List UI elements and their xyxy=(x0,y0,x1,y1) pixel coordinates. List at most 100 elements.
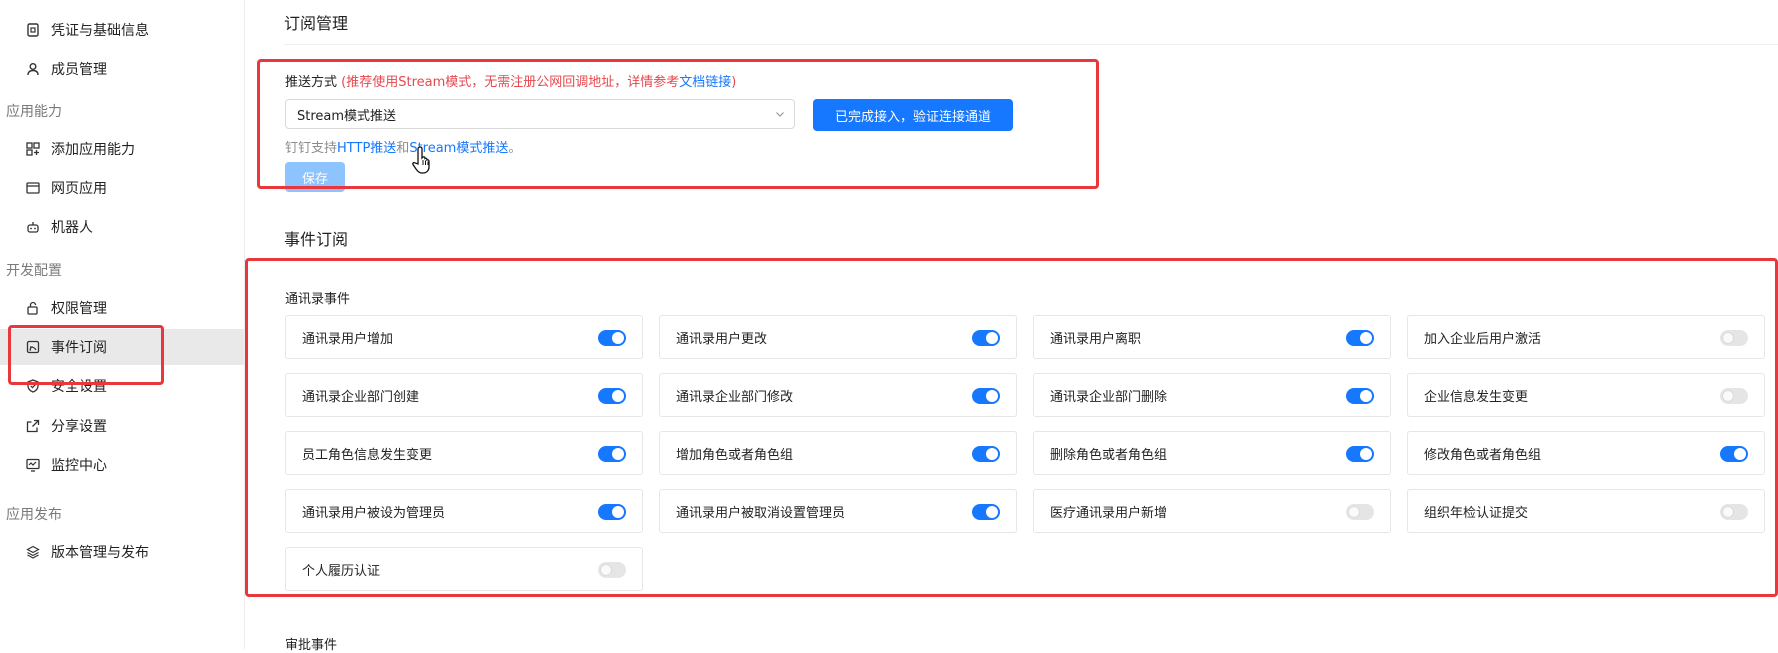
doc-link[interactable]: 文档链接 xyxy=(679,75,731,90)
toggle-knob xyxy=(1348,506,1360,518)
toggle-knob xyxy=(1722,390,1734,402)
event-label: 员工角色信息发生变更 xyxy=(302,447,433,463)
sidebar-group-dev-config: 开发配置 xyxy=(6,263,62,279)
event-label: 通讯录企业部门删除 xyxy=(1050,389,1168,405)
select-value: Stream模式推送 xyxy=(297,108,397,124)
event-card: 删除角色或者角色组 xyxy=(1033,431,1391,475)
events-title: 事件订阅 xyxy=(284,230,349,249)
event-card: 修改角色或者角色组 xyxy=(1407,431,1765,475)
event-toggle[interactable] xyxy=(598,446,626,462)
monitor-icon xyxy=(24,456,42,474)
event-label: 通讯录用户更改 xyxy=(676,331,768,347)
event-label: 通讯录用户被设为管理员 xyxy=(302,505,446,521)
event-toggle[interactable] xyxy=(972,504,1000,520)
push-hint: (推荐使用Stream模式，无需注册公网回调地址，详情参考文档链接) xyxy=(341,75,736,90)
subscription-title: 订阅管理 xyxy=(284,14,349,33)
sidebar-item-label: 事件订阅 xyxy=(51,340,107,356)
contact-events-group-title: 通讯录事件 xyxy=(285,292,351,307)
event-toggle[interactable] xyxy=(1346,446,1374,462)
sidebar-item-label: 凭证与基础信息 xyxy=(51,23,149,39)
push-hint-suffix: ) xyxy=(731,75,737,90)
toggle-knob xyxy=(612,332,624,344)
event-toggle[interactable] xyxy=(1720,388,1748,404)
sidebar-item-event-subscription[interactable]: 事件订阅 xyxy=(0,329,244,365)
event-label: 通讯录企业部门创建 xyxy=(302,389,420,405)
verify-connection-button[interactable]: 已完成接入，验证连接通道 xyxy=(813,99,1013,131)
event-toggle[interactable] xyxy=(1346,504,1374,520)
toggle-knob xyxy=(612,506,624,518)
sidebar-item-version-release[interactable]: 版本管理与发布 xyxy=(0,534,244,570)
support-mid: 和 xyxy=(396,141,410,156)
event-toggle[interactable] xyxy=(1720,446,1748,462)
sidebar-item-add-abilities[interactable]: 添加应用能力 xyxy=(0,131,244,167)
hand-cursor-icon xyxy=(412,145,438,179)
toggle-knob xyxy=(1722,332,1734,344)
event-card: 增加角色或者角色组 xyxy=(659,431,1017,475)
sidebar-item-label: 监控中心 xyxy=(51,458,107,474)
sidebar-item-label: 权限管理 xyxy=(51,301,107,317)
toggle-knob xyxy=(1360,332,1372,344)
event-toggle[interactable] xyxy=(972,330,1000,346)
user-icon xyxy=(24,60,42,78)
save-button[interactable]: 保存 xyxy=(285,162,345,192)
event-toggle[interactable] xyxy=(1346,330,1374,346)
approval-events-group-title: 审批事件 xyxy=(285,638,338,653)
sidebar-item-share[interactable]: 分享设置 xyxy=(0,408,244,444)
event-card: 加入企业后用户激活 xyxy=(1407,315,1765,359)
event-card: 通讯录企业部门修改 xyxy=(659,373,1017,417)
toggle-knob xyxy=(986,448,998,460)
event-card: 员工角色信息发生变更 xyxy=(285,431,643,475)
robot-icon xyxy=(24,218,42,236)
event-toggle[interactable] xyxy=(598,330,626,346)
event-toggle[interactable] xyxy=(972,446,1000,462)
event-card: 通讯录用户增加 xyxy=(285,315,643,359)
event-toggle[interactable] xyxy=(1720,504,1748,520)
sidebar-item-monitor[interactable]: 监控中心 xyxy=(0,447,244,483)
push-method-label: 推送方式 (推荐使用Stream模式，无需注册公网回调地址，详情参考文档链接) xyxy=(285,71,736,90)
event-toggle[interactable] xyxy=(1346,388,1374,404)
http-push-link[interactable]: HTTP推送 xyxy=(337,141,396,156)
event-toggle[interactable] xyxy=(1720,330,1748,346)
event-toggle[interactable] xyxy=(598,562,626,578)
event-label: 医疗通讯录用户新增 xyxy=(1050,505,1168,521)
sidebar-item-robot[interactable]: 机器人 xyxy=(0,209,244,245)
event-label: 通讯录用户被取消设置管理员 xyxy=(676,505,846,521)
toggle-knob xyxy=(612,390,624,402)
push-label-text: 推送方式 xyxy=(285,75,338,90)
sidebar-item-label: 机器人 xyxy=(51,220,93,236)
event-card: 医疗通讯录用户新增 xyxy=(1033,489,1391,533)
sidebar-item-permissions[interactable]: 权限管理 xyxy=(0,290,244,326)
support-prefix: 钉钉支持 xyxy=(285,141,338,156)
event-toggle[interactable] xyxy=(598,388,626,404)
sidebar-item-credentials[interactable]: 凭证与基础信息 xyxy=(0,12,244,48)
toggle-knob xyxy=(986,506,998,518)
event-toggle[interactable] xyxy=(598,504,626,520)
toggle-knob xyxy=(612,448,624,460)
sidebar-item-members[interactable]: 成员管理 xyxy=(0,51,244,87)
sidebar-item-label: 分享设置 xyxy=(51,419,107,435)
title-divider xyxy=(284,44,1778,45)
toggle-knob xyxy=(1360,448,1372,460)
event-label: 通讯录用户增加 xyxy=(302,331,394,347)
event-label: 增加角色或者角色组 xyxy=(676,447,794,463)
chevron-down-icon xyxy=(774,108,786,124)
layers-icon xyxy=(24,543,42,561)
sidebar-item-web-app[interactable]: 网页应用 xyxy=(0,170,244,206)
apps-grid-icon xyxy=(24,140,42,158)
event-label: 通讯录用户离职 xyxy=(1050,331,1142,347)
sidebar: 凭证与基础信息 成员管理 应用能力 添加应用能力 网页应用 机器人 开发配置 权… xyxy=(0,0,245,649)
browser-icon xyxy=(24,179,42,197)
sidebar-item-label: 版本管理与发布 xyxy=(51,545,149,561)
event-label: 修改角色或者角色组 xyxy=(1424,447,1542,463)
event-card: 通讯录用户离职 xyxy=(1033,315,1391,359)
push-hint-text: (推荐使用Stream模式，无需注册公网回调地址，详情参考 xyxy=(341,75,680,90)
event-label: 个人履历认证 xyxy=(302,563,381,579)
sidebar-item-security[interactable]: 安全设置 xyxy=(0,368,244,404)
event-toggle[interactable] xyxy=(972,388,1000,404)
push-method-select[interactable]: Stream模式推送 xyxy=(285,99,795,129)
toggle-knob xyxy=(1360,390,1372,402)
credential-icon xyxy=(24,21,42,39)
lock-icon xyxy=(24,299,42,317)
toggle-knob xyxy=(1734,448,1746,460)
sidebar-item-label: 安全设置 xyxy=(51,379,107,395)
